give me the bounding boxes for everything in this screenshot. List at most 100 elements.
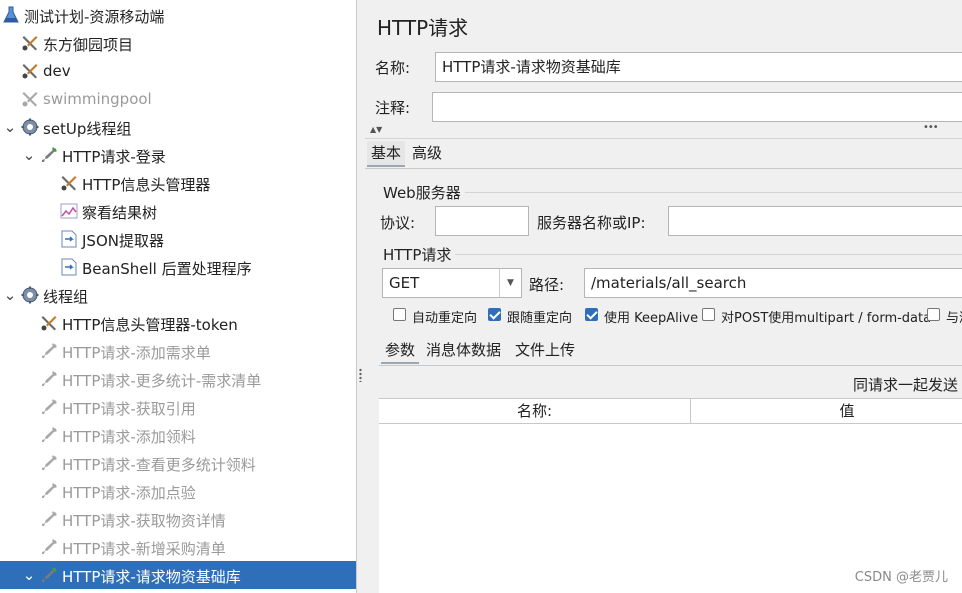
collapse-arrows-icon[interactable]: ▲▼: [370, 125, 382, 134]
tree-node[interactable]: HTTP信息头管理器-token: [0, 309, 356, 337]
tree-node-label: HTTP请求-添加需求单: [62, 344, 211, 362]
tree-node-label: 察看结果树: [82, 204, 158, 222]
tree-node[interactable]: HTTP请求-查看更多统计领料: [0, 449, 356, 477]
expand-toggle-icon[interactable]: ⌄: [22, 148, 36, 163]
tree-node[interactable]: BeanShell 后置处理程序: [0, 253, 356, 281]
protocol-label: 协议:: [380, 214, 416, 232]
tree-node-label: 测试计划-资源移动端: [24, 8, 165, 26]
test-plan-tree: 测试计划-资源移动端东方御园项目 dev swimmingpool ⌄ setUp线程组…: [0, 0, 357, 593]
tree-node-label: HTTP请求-添加领料: [62, 428, 196, 446]
tree-node[interactable]: 东方御园项目: [0, 29, 356, 57]
tree-node-label: HTTP请求-新增采购清单: [62, 540, 226, 558]
pipette-icon: [40, 482, 58, 500]
tree-node-label: JSON提取器: [82, 232, 164, 250]
tools-icon: [40, 314, 58, 332]
tree-node[interactable]: HTTP请求-添加点验: [0, 477, 356, 505]
path-field[interactable]: /materials/all_search: [584, 268, 962, 298]
split-pane-divider[interactable]: [357, 0, 365, 593]
tree-node[interactable]: ⌄ setUp线程组: [0, 113, 356, 141]
tree-node[interactable]: HTTP请求-获取引用: [0, 393, 356, 421]
comment-field[interactable]: [432, 92, 962, 122]
option-label: 对POST使用multipart / form-data: [721, 311, 932, 326]
tree-node-label: dev: [43, 62, 71, 80]
method-value: GET: [389, 274, 420, 292]
expand-toggle-icon[interactable]: ⌄: [3, 120, 17, 135]
tree-node[interactable]: HTTP请求-添加领料: [0, 421, 356, 449]
tree-node[interactable]: HTTP请求-新增采购清单: [0, 533, 356, 561]
chevron-down-icon[interactable]: ▼: [499, 269, 521, 297]
parameters-table[interactable]: 名称: 值: [379, 398, 962, 593]
tree-node[interactable]: ⌄ HTTP请求-登录: [0, 141, 356, 169]
option-label: 自动重定向: [412, 311, 478, 326]
option-checkbox[interactable]: [927, 308, 940, 321]
pipette-icon: [40, 398, 58, 416]
web-server-group-label: Web服务器: [383, 184, 461, 202]
tree-node[interactable]: HTTP信息头管理器: [0, 169, 356, 197]
table-header-name[interactable]: 名称:: [379, 399, 691, 424]
chart-icon: [60, 202, 78, 220]
pipette-icon: [40, 342, 58, 360]
flask-icon: [2, 6, 20, 24]
gear-icon: [21, 286, 39, 304]
tab-basic[interactable]: 基本: [367, 141, 406, 167]
tree-node-label: HTTP请求-获取引用: [62, 400, 196, 418]
tree-node-label: BeanShell 后置处理程序: [82, 260, 252, 278]
http-request-group-label: HTTP请求: [383, 246, 452, 264]
tree-node-label: 线程组: [43, 288, 89, 306]
server-label: 服务器名称或IP:: [537, 214, 646, 232]
expand-toggle-icon[interactable]: ⌄: [3, 288, 17, 303]
tools-icon: [21, 34, 39, 52]
http-request-panel: HTTP请求 名称: HTTP请求-请求物资基础库 注释: ▲▼ ••• 基本 …: [365, 0, 962, 593]
gear-icon: [21, 118, 39, 136]
tree-node-label: 东方御园项目: [43, 36, 134, 54]
tree-node[interactable]: swimmingpool: [0, 85, 356, 113]
comment-label: 注释:: [375, 99, 411, 117]
tree-node-label: setUp线程组: [43, 120, 132, 138]
send-with-request-header: 同请求一起发送: [853, 376, 959, 394]
tree-node[interactable]: JSON提取器: [0, 225, 356, 253]
pipette-icon: [40, 146, 58, 164]
pipette-icon: [40, 566, 58, 584]
tools-icon: [21, 90, 39, 108]
pipette-icon: [40, 426, 58, 444]
tab-advanced[interactable]: 高级: [408, 141, 446, 167]
pipette-icon: [40, 454, 58, 472]
tab-parameters[interactable]: 参数: [381, 338, 420, 364]
tab-file-upload[interactable]: 文件上传: [511, 338, 579, 364]
more-options-icon[interactable]: •••: [923, 122, 939, 133]
tree-node[interactable]: 测试计划-资源移动端: [0, 1, 356, 29]
panel-title: HTTP请求: [377, 16, 469, 40]
extractor-icon: [60, 230, 78, 248]
option-label: 与浏: [946, 311, 962, 326]
option-checkbox[interactable]: [702, 308, 715, 321]
tree-node[interactable]: ⌄ HTTP请求-请求物资基础库: [0, 561, 356, 589]
tree-node-label: HTTP请求-登录: [62, 148, 166, 166]
protocol-field[interactable]: [435, 206, 529, 236]
jmeter-window: 测试计划-资源移动端东方御园项目 dev swimmingpool ⌄ setUp线程组…: [0, 0, 962, 593]
tree-node-label: HTTP请求-请求物资基础库: [62, 568, 241, 586]
tree-node[interactable]: HTTP请求-更多统计-需求清单: [0, 365, 356, 393]
name-field[interactable]: HTTP请求-请求物资基础库: [435, 52, 962, 82]
tree-node[interactable]: HTTP请求-获取物资详情: [0, 505, 356, 533]
tab-body-data[interactable]: 消息体数据: [422, 338, 505, 364]
table-header-value[interactable]: 值: [691, 399, 962, 424]
tree-node[interactable]: HTTP请求-添加需求单: [0, 337, 356, 365]
tree-node-label: HTTP请求-获取物资详情: [62, 512, 226, 530]
tree-node[interactable]: ⌄ 线程组: [0, 281, 356, 309]
tree-node[interactable]: 察看结果树: [0, 197, 356, 225]
expand-toggle-icon[interactable]: ⌄: [22, 568, 36, 583]
pipette-icon: [40, 538, 58, 556]
tree-node-label: HTTP请求-添加点验: [62, 484, 196, 502]
tree-node-label: HTTP请求-更多统计-需求清单: [62, 372, 262, 390]
tools-icon: [21, 62, 39, 80]
tree-node-label: HTTP请求-查看更多统计领料: [62, 456, 256, 474]
option-checkbox[interactable]: [488, 308, 501, 321]
name-label: 名称:: [375, 59, 411, 77]
tools-icon: [60, 174, 78, 192]
method-select[interactable]: GET ▼: [382, 268, 522, 298]
server-field[interactable]: [668, 206, 962, 236]
option-checkbox[interactable]: [393, 308, 406, 321]
option-label: 跟随重定向: [507, 311, 573, 326]
option-checkbox[interactable]: [585, 308, 598, 321]
tree-node[interactable]: dev: [0, 57, 356, 85]
